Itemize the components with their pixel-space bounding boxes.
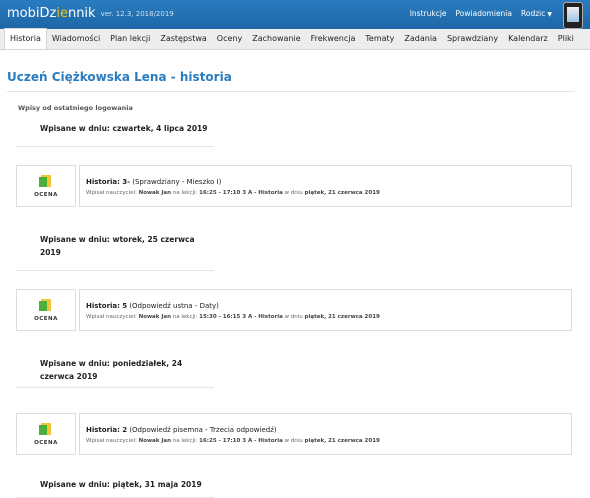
brand-accent: ie xyxy=(56,6,68,21)
tab-zastępstwa[interactable]: Zastępstwa xyxy=(155,29,211,49)
meta-lesson-prefix: na lekcji: xyxy=(172,314,198,320)
phone-screen xyxy=(567,7,579,22)
grade-icon-label: OCENA xyxy=(34,192,58,198)
grade-description: (Sprawdziany - Mieszko I) xyxy=(132,178,222,186)
top-links: Instrukcje Powiadomienia Rodzic ▼ xyxy=(410,9,552,18)
grade-meta: Wpisał nauczyciel: Nowak Jan na lekcji: … xyxy=(86,314,380,320)
brand-suffix: nnik xyxy=(67,6,96,21)
lesson-date: piątek, 21 czerwca 2019 xyxy=(304,190,380,196)
tab-sprawdziany[interactable]: Sprawdziany xyxy=(442,29,503,49)
teacher-name: Nowak Jan xyxy=(138,190,172,196)
page-title: Uczeń Ciężkowska Lena - historia xyxy=(7,70,232,84)
section-label: Wpisy od ostatniego logowania xyxy=(18,104,133,112)
tab-oceny[interactable]: Oceny xyxy=(212,29,247,49)
lesson-info: 16:25 - 17:10 3 A - Historia xyxy=(199,438,283,444)
grade-value: 2 xyxy=(122,426,128,434)
meta-prefix: Wpisał nauczyciel: xyxy=(86,314,137,320)
day-divider xyxy=(16,146,214,147)
meta-prefix: Wpisał nauczyciel: xyxy=(86,438,137,444)
subject-name: Historia: xyxy=(86,426,120,434)
grade-document-icon xyxy=(39,423,51,435)
grade-document-icon xyxy=(39,299,51,311)
app-logo[interactable]: mobiDziennik ver. 12.3, 2018/2019 xyxy=(7,6,174,21)
grade-icon-box: OCENA xyxy=(16,289,76,331)
lesson-date: piątek, 21 czerwca 2019 xyxy=(304,314,380,320)
grade-summary: Historia: 3- (Sprawdziany - Mieszko I) xyxy=(86,178,221,186)
grade-description: (Odpowiedź ustna - Daty) xyxy=(129,302,219,310)
tab-wiadomości[interactable]: Wiadomości xyxy=(47,29,105,49)
meta-day-prefix: w dniu xyxy=(284,438,303,444)
grade-icon-label: OCENA xyxy=(34,440,58,446)
powiadomienia-link[interactable]: Powiadomienia xyxy=(456,9,512,18)
title-divider xyxy=(7,91,575,92)
rodzic-label: Rodzic xyxy=(521,9,546,18)
grade-icon-box: OCENA xyxy=(16,165,76,207)
grade-icon-box: OCENA xyxy=(16,413,76,455)
day-header: Wpisane w dniu: wtorek, 25 czerwca 2019 xyxy=(40,235,195,257)
grade-entry-body: Historia: 5 (Odpowiedź ustna - Daty) Wpis… xyxy=(79,289,572,331)
day-header: Wpisane w dniu: piątek, 31 maja 2019 xyxy=(40,480,202,489)
grade-entry[interactable]: OCENA Historia: 3- (Sprawdziany - Mieszko… xyxy=(16,165,572,207)
teacher-name: Nowak Jan xyxy=(138,438,172,444)
tab-plan-lekcji[interactable]: Plan lekcji xyxy=(105,29,155,49)
meta-day-prefix: w dniu xyxy=(284,190,303,196)
grade-entry-body: Historia: 2 (Odpowiedź pisemna - Trzecia… xyxy=(79,413,572,455)
day-divider xyxy=(16,270,214,271)
caret-down-icon: ▼ xyxy=(547,11,552,18)
teacher-name: Nowak Jan xyxy=(138,314,172,320)
grade-value: 5 xyxy=(122,302,128,310)
grade-meta: Wpisał nauczyciel: Nowak Jan na lekcji: … xyxy=(86,438,380,444)
brand-prefix: mobiDz xyxy=(7,6,57,21)
day-header: Wpisane w dniu: poniedziałek, 24 czerwca… xyxy=(40,359,183,381)
grade-meta: Wpisał nauczyciel: Nowak Jan na lekcji: … xyxy=(86,190,380,196)
subject-name: Historia: xyxy=(86,178,120,186)
subject-name: Historia: xyxy=(86,302,120,310)
grade-entry-body: Historia: 3- (Sprawdziany - Mieszko I) Wp… xyxy=(79,165,572,207)
grade-description: (Odpowiedź pisemna - Trzecia odpowiedź) xyxy=(129,426,277,434)
instrukcje-link[interactable]: Instrukcje xyxy=(410,9,447,18)
meta-lesson-prefix: na lekcji: xyxy=(172,438,198,444)
lesson-info: 15:30 - 16:15 3 A - Historia xyxy=(199,314,283,320)
grade-entry[interactable]: OCENA Historia: 5 (Odpowiedź ustna - Daty… xyxy=(16,289,572,331)
tab-historia[interactable]: Historia xyxy=(4,28,47,49)
grade-value: 3- xyxy=(122,178,130,186)
grade-document-icon xyxy=(39,175,51,187)
meta-prefix: Wpisał nauczyciel: xyxy=(86,190,137,196)
grade-summary: Historia: 2 (Odpowiedź pisemna - Trzecia… xyxy=(86,426,277,434)
grade-summary: Historia: 5 (Odpowiedź ustna - Daty) xyxy=(86,302,219,310)
tab-zadania[interactable]: Zadania xyxy=(399,29,442,49)
meta-day-prefix: w dniu xyxy=(284,314,303,320)
tab-tematy[interactable]: Tematy xyxy=(360,29,399,49)
meta-lesson-prefix: na lekcji: xyxy=(172,190,198,196)
tab-zachowanie[interactable]: Zachowanie xyxy=(247,29,305,49)
history-list: Wpisane w dniu: czwartek, 4 lipca 2019 OC… xyxy=(0,122,590,498)
grade-icon-label: OCENA xyxy=(34,316,58,322)
day-divider xyxy=(16,387,214,388)
top-bar: mobiDziennik ver. 12.3, 2018/2019 Instruk… xyxy=(0,0,590,29)
lesson-info: 16:25 - 17:10 3 A - Historia xyxy=(199,190,283,196)
grade-entry[interactable]: OCENA Historia: 2 (Odpowiedź pisemna - Tr… xyxy=(16,413,572,455)
day-header: Wpisane w dniu: czwartek, 4 lipca 2019 xyxy=(40,124,208,133)
tab-pliki[interactable]: Pliki xyxy=(553,29,579,49)
rodzic-menu[interactable]: Rodzic ▼ xyxy=(521,9,552,18)
lesson-date: piątek, 21 czerwca 2019 xyxy=(304,438,380,444)
tab-kalendarz[interactable]: Kalendarz xyxy=(503,29,553,49)
main-nav: Historia Wiadomości Plan lekcji Zastępstwa O… xyxy=(0,28,590,50)
mobile-phone-icon[interactable] xyxy=(563,2,583,29)
app-version: ver. 12.3, 2018/2019 xyxy=(100,9,174,18)
tab-frekwencja[interactable]: Frekwencja xyxy=(306,29,361,49)
